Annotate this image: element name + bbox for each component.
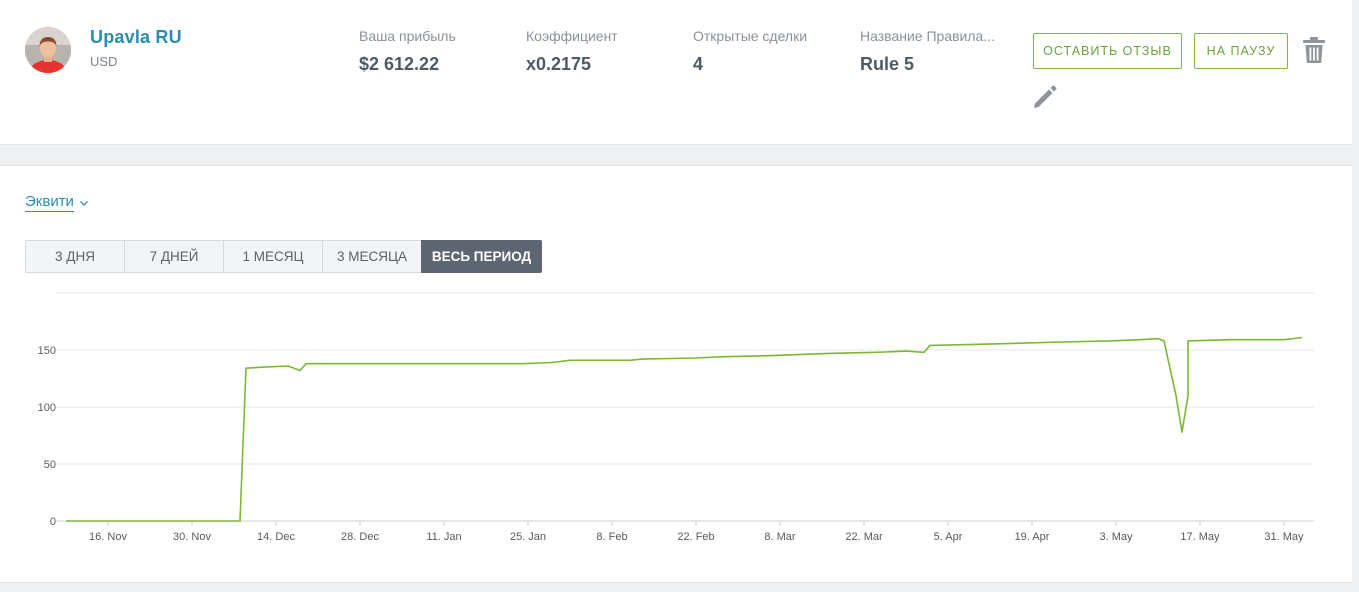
equity-dropdown-label: Эквити: [25, 193, 74, 212]
x-tick-label: 31. May: [1264, 531, 1304, 543]
x-tick-label: 17. May: [1180, 531, 1220, 543]
y-tick-label: 0: [50, 516, 56, 528]
user-avatar[interactable]: [25, 27, 71, 73]
stat-value: x0.2175: [526, 54, 592, 74]
chart-series: [66, 336, 1303, 522]
x-tick-label: 22. Mar: [845, 531, 883, 543]
stat-open-trades: Открытые сделки 4: [693, 28, 807, 75]
x-tick-label: 30. Nov: [173, 531, 211, 543]
user-avatar-photo-icon: [25, 27, 71, 73]
chevron-down-icon: [79, 200, 88, 206]
equity-chart-card: Эквити 3 ДНЯ 7 ДНЕЙ 1 МЕСЯЦ 3 МЕСЯЦА ВЕС…: [0, 165, 1352, 583]
stat-label: Ваша прибыль: [359, 28, 456, 44]
equity-line-chart[interactable]: 0 50 100 150 16. Nov 30. Nov 14. Dec 28. Dec 11…: [0, 286, 1352, 556]
stat-profit: Ваша прибыль $2 612.22: [359, 28, 456, 75]
leave-review-button[interactable]: ОСТАВИТЬ ОТЗЫВ: [1033, 33, 1182, 69]
pencil-icon[interactable]: [1032, 84, 1058, 110]
x-tick-label: 16. Nov: [89, 531, 127, 543]
x-tick-label: 3. May: [1099, 531, 1133, 543]
stat-value: 4: [693, 54, 704, 74]
stat-label: Коэффициент: [526, 28, 618, 44]
equity-series-line[interactable]: [66, 336, 1303, 522]
chart-x-tick-labels: 16. Nov 30. Nov 14. Dec 28. Dec 11. Jan 25. J…: [89, 521, 1304, 543]
stat-label: Открытые сделки: [693, 28, 808, 44]
period-3-months[interactable]: 3 МЕСЯЦА: [322, 240, 422, 273]
x-tick-label: 8. Feb: [596, 531, 627, 543]
x-tick-label: 8. Mar: [764, 531, 796, 543]
period-7-days[interactable]: 7 ДНЕЙ: [124, 240, 224, 273]
account-header-card: Upavla RU USD Ваша прибыль $2 612.22 Коэ…: [0, 0, 1352, 145]
stat-value: $2 612.22: [359, 54, 440, 74]
pause-button[interactable]: НА ПАУЗУ: [1194, 33, 1288, 69]
x-tick-label: 11. Jan: [426, 531, 461, 543]
account-name[interactable]: Upavla RU: [90, 27, 182, 48]
x-tick-label: 14. Dec: [257, 531, 295, 543]
y-tick-label: 100: [38, 402, 56, 414]
chart-y-tick-labels: 0 50 100 150: [38, 345, 56, 528]
x-tick-label: 5. Apr: [934, 531, 963, 543]
stat-coefficient: Коэффициент x0.2175: [526, 28, 618, 75]
x-tick-label: 19. Apr: [1015, 531, 1050, 543]
x-tick-label: 22. Feb: [677, 531, 714, 543]
period-3-days[interactable]: 3 ДНЯ: [25, 240, 125, 273]
account-currency: USD: [90, 54, 118, 69]
stat-label: Название Правила...: [860, 28, 995, 44]
period-selector: 3 ДНЯ 7 ДНЕЙ 1 МЕСЯЦ 3 МЕСЯЦА ВЕСЬ ПЕРИО…: [25, 240, 542, 273]
x-tick-label: 28. Dec: [341, 531, 379, 543]
stat-value: Rule 5: [860, 54, 915, 74]
trash-icon[interactable]: [1302, 36, 1326, 64]
y-tick-label: 50: [44, 459, 56, 471]
period-1-month[interactable]: 1 МЕСЯЦ: [223, 240, 323, 273]
period-all-time[interactable]: ВЕСЬ ПЕРИОД: [421, 240, 542, 273]
x-tick-label: 25. Jan: [510, 531, 546, 543]
stat-rule-name: Название Правила... Rule 5: [860, 28, 995, 75]
y-tick-label: 150: [38, 345, 56, 357]
equity-dropdown[interactable]: Эквити: [25, 193, 89, 212]
